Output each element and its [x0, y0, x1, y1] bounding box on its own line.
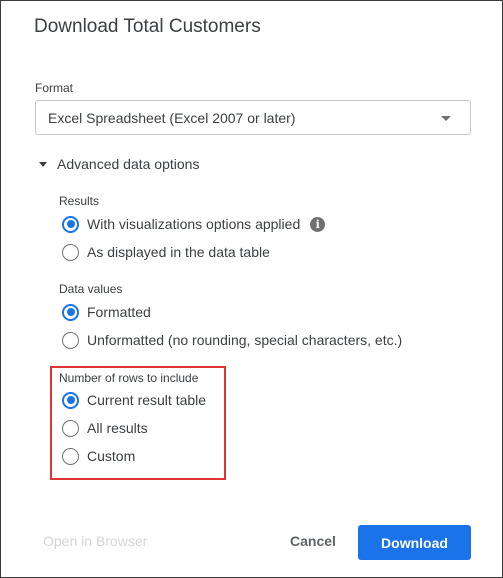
format-select[interactable]: Excel Spreadsheet (Excel 2007 or later)	[35, 100, 471, 135]
radio-button[interactable]	[62, 331, 79, 349]
radio-label: As displayed in the data table	[87, 244, 270, 260]
radio-button[interactable]	[62, 303, 79, 321]
radio-label: Custom	[87, 448, 136, 464]
open-in-browser-button[interactable]: Open in Browser	[43, 533, 147, 549]
radio-button[interactable]	[62, 243, 79, 261]
info-icon[interactable]: i	[310, 216, 326, 232]
advanced-options-label: Advanced data options	[57, 156, 200, 172]
rows-option-current[interactable]: Current result table	[62, 390, 206, 410]
radio-label: Current result table	[87, 392, 207, 408]
radio-label: All results	[87, 420, 148, 436]
results-option-data-table[interactable]: As displayed in the data table	[62, 242, 270, 262]
format-select-value: Excel Spreadsheet (Excel 2007 or later)	[48, 109, 296, 126]
advanced-options-toggle[interactable]: Advanced data options	[39, 154, 199, 174]
download-button[interactable]: Download	[358, 525, 471, 560]
caret-down-icon	[39, 161, 47, 167]
chevron-down-icon	[441, 116, 451, 121]
radio-label: Unformatted (no rounding, special charac…	[87, 332, 403, 348]
rows-label: Number of rows to include	[59, 371, 199, 385]
download-dialog: Download Total Customers Format Excel Sp…	[0, 0, 503, 578]
dialog-title: Download Total Customers	[34, 16, 261, 37]
cancel-button[interactable]: Cancel	[290, 533, 336, 549]
radio-button[interactable]	[62, 419, 79, 437]
rows-option-all[interactable]: All results	[62, 418, 148, 438]
data-values-label: Data values	[59, 282, 123, 296]
radio-button[interactable]	[62, 447, 79, 465]
data-values-option-formatted[interactable]: Formatted	[62, 302, 151, 322]
radio-button[interactable]	[62, 215, 79, 233]
data-values-option-unformatted[interactable]: Unformatted (no rounding, special charac…	[62, 330, 402, 350]
rows-option-custom[interactable]: Custom	[62, 446, 135, 466]
radio-label: Formatted	[87, 304, 151, 320]
results-option-visualizations[interactable]: With visualizations options applied i	[62, 214, 326, 234]
radio-button[interactable]	[62, 391, 79, 409]
radio-label: With visualizations options applied	[87, 216, 301, 232]
results-label: Results	[59, 194, 100, 208]
format-label: Format	[35, 81, 74, 95]
